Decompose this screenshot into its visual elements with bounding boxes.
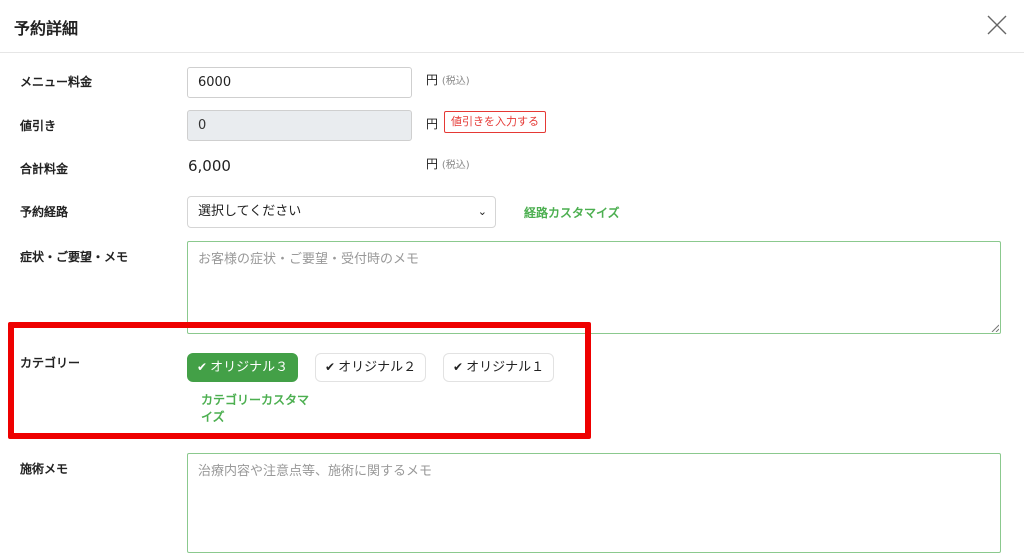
enter-discount-button[interactable]: 値引きを入力する: [444, 111, 546, 133]
yen-unit: 円: [426, 73, 439, 87]
symptom-placeholder: お客様の症状・ご要望・受付時のメモ: [198, 252, 420, 267]
chevron-down-icon: ⌄: [477, 205, 487, 218]
route-select[interactable]: 選択してください ⌄: [187, 196, 496, 228]
treatment-memo-placeholder: 治療内容や注意点等、施術に関するメモ: [198, 464, 433, 479]
treatment-memo-label: 施術メモ: [20, 462, 69, 476]
tax-note: (税込): [441, 76, 470, 87]
route-customize-link[interactable]: 経路カスタマイズ: [524, 204, 620, 221]
discount-label: 値引き: [20, 119, 57, 133]
resize-handle-icon[interactable]: [991, 324, 999, 332]
discount-unit: 円: [426, 117, 439, 131]
total-unit: 円 (税込): [426, 155, 470, 172]
total-label: 合計料金: [20, 162, 69, 176]
tax-note: (税込): [441, 160, 470, 171]
symptom-textarea[interactable]: お客様の症状・ご要望・受付時のメモ: [187, 241, 1001, 334]
total-value: 6,000: [188, 157, 231, 175]
close-icon[interactable]: [986, 14, 1008, 36]
menu-price-label: メニュー料金: [20, 75, 93, 89]
modal-title: 予約詳細: [14, 19, 79, 38]
symptom-label: 症状・ご要望・メモ: [20, 250, 129, 264]
yen-unit: 円: [426, 157, 439, 171]
modal-header: 予約詳細: [0, 0, 1024, 53]
treatment-memo-textarea[interactable]: 治療内容や注意点等、施術に関するメモ: [187, 453, 1001, 553]
discount-input: [187, 110, 412, 141]
highlight-box: [8, 322, 591, 439]
route-selected-value: 選択してください: [198, 204, 302, 219]
menu-price-unit: 円 (税込): [426, 71, 470, 88]
menu-price-input[interactable]: [187, 67, 412, 98]
route-label: 予約経路: [20, 205, 69, 219]
